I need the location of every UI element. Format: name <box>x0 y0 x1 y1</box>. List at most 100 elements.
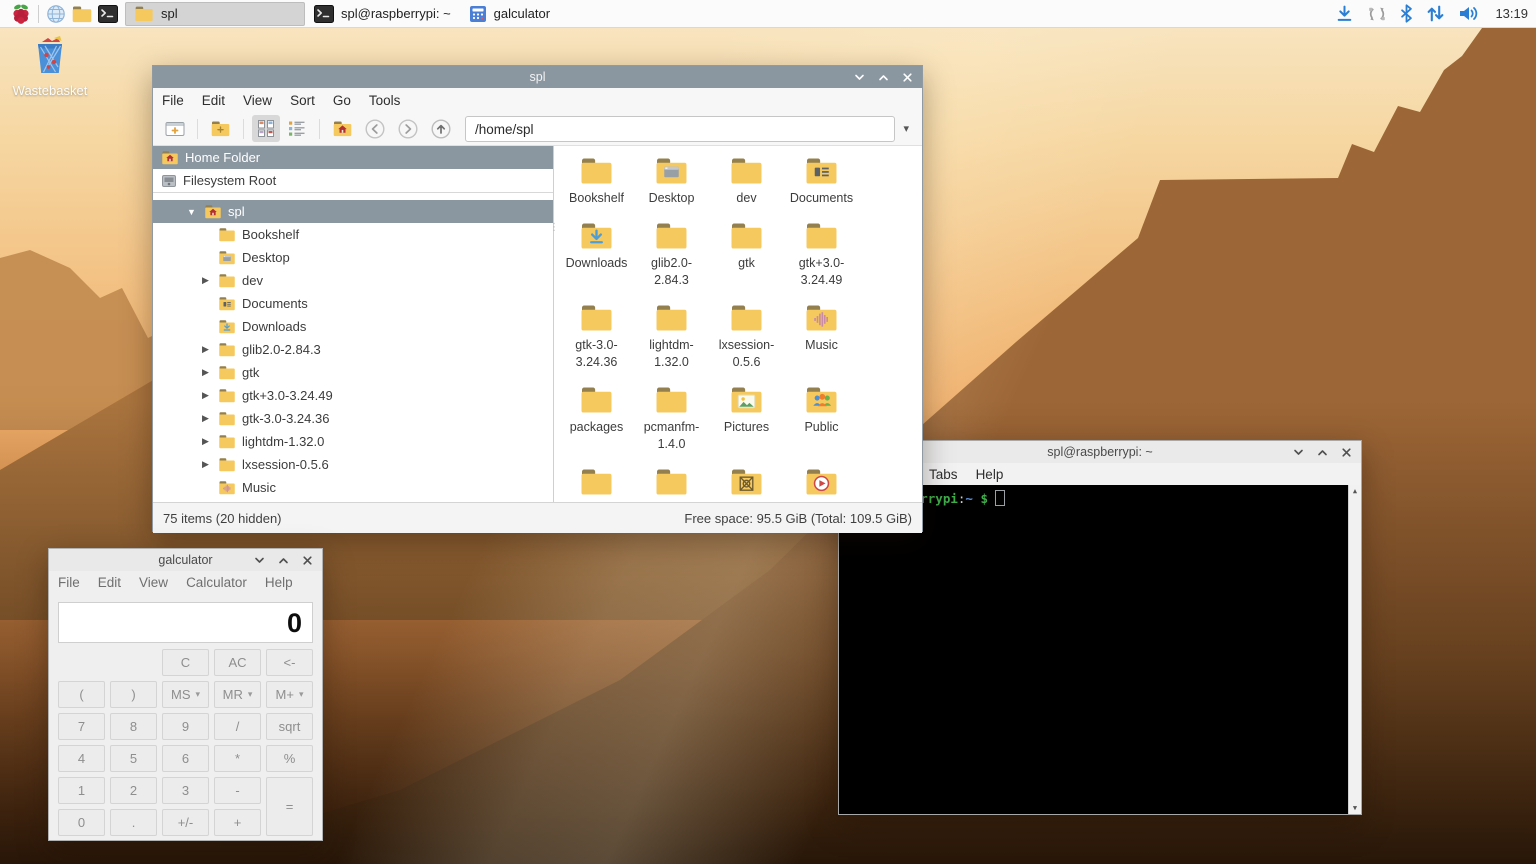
calc-button-6[interactable]: 6 <box>162 745 209 772</box>
calculator-titlebar[interactable]: galculator <box>49 549 322 571</box>
calc-button--[interactable]: % <box>266 745 313 772</box>
file-item[interactable] <box>634 467 709 496</box>
file-item-glib2-0-2-84-3[interactable]: glib2.0-2.84.3 <box>634 221 709 290</box>
calc-button-m+[interactable]: M+▾ <box>266 681 313 708</box>
file-item[interactable] <box>784 467 859 496</box>
expand-icon[interactable]: ▶ <box>199 390 212 401</box>
terminal-launcher-icon[interactable] <box>95 1 121 27</box>
maximize-button[interactable] <box>878 72 889 83</box>
download-tray-icon[interactable] <box>1335 4 1354 23</box>
menu-edit[interactable]: Edit <box>193 89 234 112</box>
sidebar-splitter[interactable]: ⋮ <box>549 226 559 230</box>
calc-button-sqrt[interactable]: sqrt <box>266 713 313 740</box>
file-item-music[interactable]: Music <box>784 303 859 372</box>
path-dropdown-icon[interactable]: ▾ <box>898 122 914 135</box>
sidebar-tree-item-gtk-3-0-3-24-36[interactable]: ▶gtk-3.0-3.24.36 <box>153 407 553 430</box>
calc-button--[interactable]: = <box>266 777 313 836</box>
file-item-lxsession-0-5-6[interactable]: lxsession-0.5.6 <box>709 303 784 372</box>
calc-button-0[interactable]: 0 <box>58 809 105 836</box>
sidebar-tree-root-spl[interactable]: ▼spl <box>153 200 553 223</box>
maximize-button[interactable] <box>1317 447 1328 458</box>
calc-button-c[interactable]: C <box>162 649 209 676</box>
close-button[interactable] <box>302 555 313 566</box>
sidebar-tree-item-dev[interactable]: ▶dev <box>153 269 553 292</box>
calc-button-4[interactable]: 4 <box>58 745 105 772</box>
sidebar-tree-item-glib2-0-2-84-3[interactable]: ▶glib2.0-2.84.3 <box>153 338 553 361</box>
file-item-downloads[interactable]: Downloads <box>559 221 634 290</box>
taskbar-task-spl-raspberrypi-[interactable]: spl@raspberrypi: ~ <box>305 2 460 26</box>
expand-icon[interactable]: ▶ <box>199 436 212 447</box>
sidebar-place-home-folder[interactable]: Home Folder <box>153 146 553 169</box>
calc-button-3[interactable]: 3 <box>162 777 209 804</box>
file-item-gtk[interactable]: gtk <box>709 221 784 290</box>
calc-button-7[interactable]: 7 <box>58 713 105 740</box>
file-item[interactable] <box>559 467 634 496</box>
file-item-gtk-3-0-3-24-49[interactable]: gtk+3.0-3.24.49 <box>784 221 859 290</box>
menu-tools[interactable]: Tools <box>360 89 410 112</box>
menu-help[interactable]: Help <box>967 463 1013 486</box>
calc-button-ms[interactable]: MS▾ <box>162 681 209 708</box>
sidebar-tree-item-lightdm-1-32-0[interactable]: ▶lightdm-1.32.0 <box>153 430 553 453</box>
sidebar-place-filesystem-root[interactable]: Filesystem Root <box>153 169 553 192</box>
terminal-scrollbar[interactable]: ▲ ▼ <box>1348 485 1361 814</box>
network-tray-icon[interactable] <box>1426 4 1445 23</box>
file-item-documents[interactable]: Documents <box>784 156 859 208</box>
bluetooth-tray-icon[interactable] <box>1400 4 1413 23</box>
calc-button--[interactable]: * <box>214 745 261 772</box>
expand-icon[interactable]: ▶ <box>199 367 212 378</box>
calc-button--[interactable]: <- <box>266 649 313 676</box>
list-view-button[interactable] <box>283 115 311 142</box>
calc-button--[interactable]: / <box>214 713 261 740</box>
collapse-icon[interactable]: ▼ <box>185 207 198 217</box>
taskbar-task-galculator[interactable]: galculator <box>460 2 559 26</box>
calc-button-ac[interactable]: AC <box>214 649 261 676</box>
file-item-bookshelf[interactable]: Bookshelf <box>559 156 634 208</box>
calc-button-5[interactable]: 5 <box>110 745 157 772</box>
scroll-down-icon[interactable]: ▼ <box>1353 802 1357 814</box>
sidebar-tree-item-desktop[interactable]: Desktop <box>153 246 553 269</box>
menu-edit[interactable]: Edit <box>89 571 130 594</box>
menu-go[interactable]: Go <box>324 89 360 112</box>
menu-view[interactable]: View <box>234 89 281 112</box>
sidebar-tree-item-bookshelf[interactable]: Bookshelf <box>153 223 553 246</box>
updates-tray-icon[interactable] <box>1367 4 1387 24</box>
sidebar-tree-item-downloads[interactable]: Downloads <box>153 315 553 338</box>
close-button[interactable] <box>902 72 913 83</box>
expand-icon[interactable]: ▶ <box>199 413 212 424</box>
home-button[interactable] <box>328 116 357 141</box>
calc-button--[interactable]: ) <box>110 681 157 708</box>
volume-tray-icon[interactable] <box>1458 4 1480 23</box>
calc-button-+-[interactable]: +/- <box>162 809 209 836</box>
menu-sort[interactable]: Sort <box>281 89 324 112</box>
menu-calculator[interactable]: Calculator <box>177 571 256 594</box>
menu-file[interactable]: File <box>153 89 193 112</box>
expand-icon[interactable]: ▶ <box>199 275 212 286</box>
sidebar-tree-item-documents[interactable]: Documents <box>153 292 553 315</box>
calc-button--[interactable]: ( <box>58 681 105 708</box>
icon-view-button[interactable] <box>252 115 280 142</box>
clock[interactable]: 13:19 <box>1495 6 1528 21</box>
file-item[interactable] <box>709 467 784 496</box>
calc-button-2[interactable]: 2 <box>110 777 157 804</box>
file-item-desktop[interactable]: Desktop <box>634 156 709 208</box>
menu-view[interactable]: View <box>130 571 177 594</box>
new-tab-button[interactable] <box>161 116 189 142</box>
file-item-public[interactable]: Public <box>784 385 859 454</box>
terminal-screen[interactable]: spl@raspberrypi:~ $ ▲ ▼ <box>839 485 1361 814</box>
close-button[interactable] <box>1341 447 1352 458</box>
forward-button[interactable] <box>393 114 423 144</box>
sidebar-tree-item-gtk-3-0-3-24-49[interactable]: ▶gtk+3.0-3.24.49 <box>153 384 553 407</box>
file-manager-titlebar[interactable]: spl <box>153 66 922 88</box>
file-item-gtk-3-0-3-24-36[interactable]: gtk-3.0-3.24.36 <box>559 303 634 372</box>
calc-button-9[interactable]: 9 <box>162 713 209 740</box>
sidebar-tree-item-music[interactable]: Music <box>153 476 553 499</box>
menu-tabs[interactable]: Tabs <box>920 463 967 486</box>
file-item-packages[interactable]: packages <box>559 385 634 454</box>
minimize-button[interactable] <box>254 555 265 566</box>
calc-button-mr[interactable]: MR▾ <box>214 681 261 708</box>
minimize-button[interactable] <box>1293 447 1304 458</box>
file-item-pictures[interactable]: Pictures <box>709 385 784 454</box>
expand-icon[interactable]: ▶ <box>199 459 212 470</box>
sidebar-tree-item-lxsession-0-5-6[interactable]: ▶lxsession-0.5.6 <box>153 453 553 476</box>
expand-icon[interactable]: ▶ <box>199 344 212 355</box>
